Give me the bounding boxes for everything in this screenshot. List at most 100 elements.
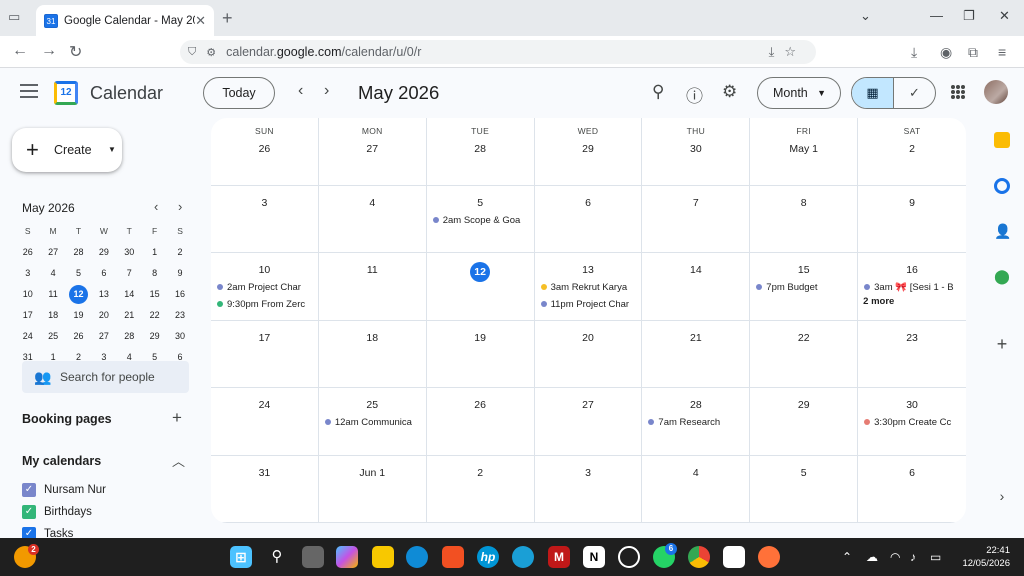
view-selector[interactable]: Month ▼ (757, 77, 841, 109)
day-number[interactable]: 31 (211, 465, 318, 481)
file-explorer-icon[interactable] (372, 546, 394, 568)
day-number[interactable]: 28 (642, 397, 749, 413)
next-month-icon[interactable]: › (324, 82, 329, 100)
day-cell[interactable]: 20 (534, 320, 643, 388)
day-cell[interactable]: 28 7am Research (642, 388, 751, 456)
mini-day[interactable]: 10 (15, 284, 40, 305)
expand-panel-icon[interactable]: › (994, 488, 1010, 504)
mini-prev-icon[interactable]: ‹ (154, 199, 158, 214)
day-cell[interactable]: 7 (642, 185, 751, 253)
more-events-link[interactable]: 2 more (863, 296, 966, 307)
day-cell[interactable]: 9 (858, 186, 966, 253)
day-number[interactable]: 18 (319, 330, 426, 346)
booking-pages-heading[interactable]: Booking pages (22, 412, 112, 426)
day-cell[interactable]: 3 (534, 455, 643, 523)
day-number[interactable]: 6 (858, 465, 966, 481)
window-close-icon[interactable]: ✕ (999, 8, 1010, 24)
mini-day[interactable]: 13 (91, 284, 116, 305)
day-number[interactable]: 10 (211, 262, 318, 278)
copilot-icon[interactable] (336, 546, 358, 568)
back-icon[interactable]: ← (12, 42, 28, 60)
today-button[interactable]: Today (203, 77, 275, 109)
mini-day[interactable]: 22 (142, 305, 167, 326)
mini-day[interactable]: 28 (117, 326, 142, 347)
day-cell[interactable]: SAT 2 (858, 118, 966, 186)
day-number[interactable]: 26 (211, 141, 318, 157)
settings-icon[interactable]: ⚙ (722, 82, 737, 102)
day-cell[interactable]: 3 (211, 185, 319, 253)
day-number[interactable]: 11 (319, 262, 426, 278)
day-number[interactable]: 14 (642, 262, 749, 278)
notion-icon[interactable]: N (583, 546, 605, 568)
forward-icon[interactable]: → (41, 42, 57, 60)
shield-icon[interactable]: ⛉ (188, 46, 196, 59)
day-cell[interactable]: 13 3am Rekrut Karya 11pm Project Char (534, 253, 643, 321)
chrome-icon[interactable] (688, 546, 710, 568)
mini-day[interactable]: 29 (142, 326, 167, 347)
store-icon[interactable] (442, 546, 464, 568)
mini-day[interactable]: 7 (117, 263, 142, 284)
browser-tab[interactable]: 31 Google Calendar - May 2026 ✕ (36, 5, 214, 36)
day-number[interactable]: 21 (642, 330, 749, 346)
event-chip[interactable]: 9:30pm From Zerc (214, 297, 316, 312)
day-cell[interactable]: WED 29 (534, 118, 643, 186)
mini-day[interactable]: 27 (91, 326, 116, 347)
mini-day[interactable]: 18 (40, 305, 65, 326)
mini-day[interactable]: 8 (142, 263, 167, 284)
new-tab-icon[interactable]: + (222, 8, 233, 29)
keep-icon[interactable] (994, 132, 1010, 148)
day-cell[interactable]: 16 3am 🎀 [Sesi 1 - B2 more (858, 253, 966, 321)
day-number[interactable]: 29 (750, 397, 857, 413)
help-icon[interactable]: ⓘ (686, 82, 703, 107)
mini-day[interactable]: 3 (15, 263, 40, 284)
maps-icon[interactable]: ⬤ (994, 268, 1010, 284)
day-number[interactable]: 13 (535, 262, 642, 278)
day-number[interactable]: 5 (427, 195, 534, 211)
add-icon[interactable]: + (994, 335, 1010, 353)
day-cell[interactable]: 4 (642, 455, 751, 523)
day-cell[interactable]: 26 (426, 388, 535, 456)
mini-day[interactable]: 15 (142, 284, 167, 305)
task-view-icon[interactable] (302, 546, 324, 568)
create-button[interactable]: + Create ▼ (12, 128, 122, 172)
day-number[interactable]: 20 (535, 330, 642, 346)
main-menu-icon[interactable] (20, 84, 38, 102)
mini-day[interactable]: 1 (142, 242, 167, 263)
day-number[interactable]: 7 (642, 195, 749, 211)
mini-day[interactable]: 17 (15, 305, 40, 326)
wifi-icon[interactable]: ◠ (890, 550, 900, 564)
event-chip[interactable]: 7am Research (645, 415, 747, 430)
mini-day[interactable]: 24 (15, 326, 40, 347)
day-number[interactable]: 22 (750, 330, 857, 346)
site-settings-icon[interactable]: ⚙ (206, 46, 216, 59)
day-number[interactable]: 3 (535, 465, 642, 481)
mini-day[interactable]: 26 (15, 242, 40, 263)
calendar-view-icon[interactable]: ▦ (852, 78, 894, 108)
collapse-chevron-icon[interactable]: ︿ (172, 451, 185, 470)
day-number[interactable]: May 1 (750, 141, 857, 157)
hp-icon[interactable]: hp (477, 546, 499, 568)
search-icon[interactable]: ⚲ (652, 82, 664, 102)
day-number[interactable]: 19 (427, 330, 534, 346)
day-cell[interactable]: 8 (750, 185, 859, 253)
tab-list-icon[interactable]: ▭ (8, 9, 24, 25)
day-number[interactable]: 8 (750, 195, 857, 211)
day-cell[interactable]: 14 (642, 253, 751, 321)
day-cell[interactable]: 31 (211, 455, 319, 523)
day-number[interactable]: Jun 1 (319, 465, 426, 481)
restore-icon[interactable]: ❐ (963, 8, 975, 24)
app-icon[interactable] (512, 546, 534, 568)
mini-day[interactable]: 19 (66, 305, 91, 326)
mini-day[interactable]: 12 (66, 284, 91, 305)
mini-day[interactable]: 30 (117, 242, 142, 263)
mini-day[interactable]: 5 (66, 263, 91, 284)
day-cell[interactable]: 15 7pm Budget (750, 253, 859, 321)
mini-day[interactable]: 21 (117, 305, 142, 326)
day-cell[interactable]: 18 (318, 320, 427, 388)
day-cell[interactable]: 19 (426, 320, 535, 388)
mini-day[interactable]: 4 (40, 263, 65, 284)
battery-icon[interactable]: ▭ (930, 550, 941, 564)
tab-close-icon[interactable]: ✕ (195, 13, 206, 29)
day-number[interactable]: 4 (642, 465, 749, 481)
day-cell[interactable]: 12 (426, 253, 535, 321)
